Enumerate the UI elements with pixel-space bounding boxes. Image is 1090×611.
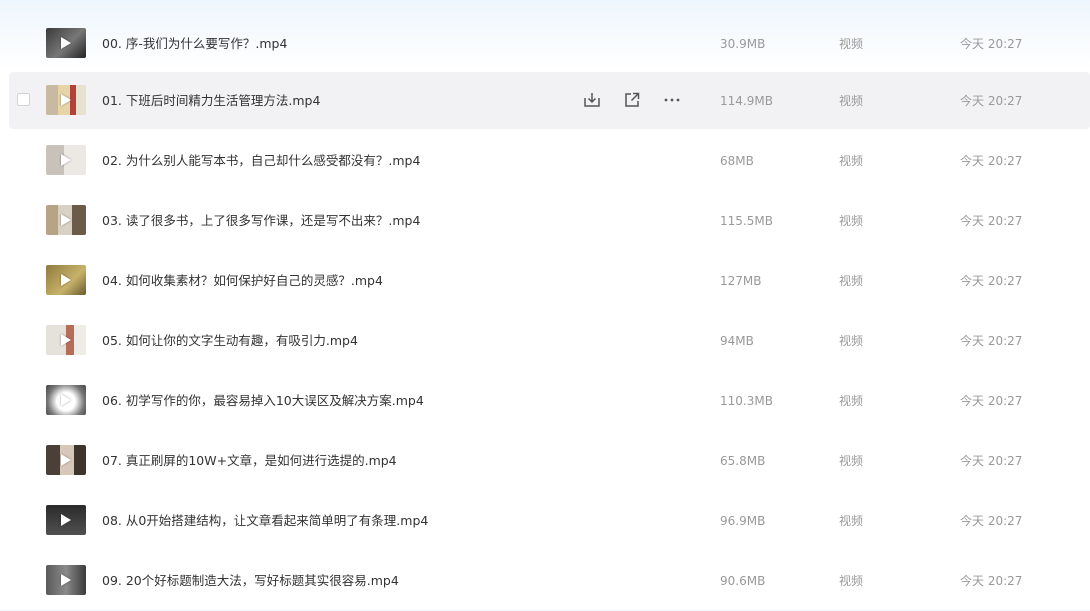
file-name[interactable]: 03. 读了很多书，上了很多写作课，还是写不出来？.mp4	[102, 191, 420, 251]
file-type: 视频	[839, 94, 864, 108]
play-icon	[61, 454, 71, 466]
file-modified: 今天 20:27	[960, 394, 1023, 408]
play-icon	[61, 154, 71, 166]
play-icon	[61, 334, 71, 346]
file-type: 视频	[839, 514, 864, 528]
file-modified: 今天 20:27	[960, 37, 1023, 51]
file-row[interactable]: 04. 如何收集素材？如何保护好自己的灵感？.mp4 127MB 视频 今天 2…	[0, 251, 1090, 311]
file-name[interactable]: 06. 初学写作的你，最容易掉入10大误区及解决方案.mp4	[102, 371, 424, 431]
file-size: 115.5MB	[720, 214, 773, 228]
file-name[interactable]: 08. 从0开始搭建结构，让文章看起来简单明了有条理.mp4	[102, 491, 428, 551]
file-type: 视频	[839, 394, 864, 408]
file-size: 110.3MB	[720, 394, 773, 408]
play-icon	[61, 574, 71, 586]
file-row[interactable]: 08. 从0开始搭建结构，让文章看起来简单明了有条理.mp4 96.9MB 视频…	[0, 491, 1090, 551]
file-modified: 今天 20:27	[960, 574, 1023, 588]
video-thumbnail[interactable]	[46, 505, 86, 535]
download-icon[interactable]	[582, 89, 602, 111]
file-size: 96.9MB	[720, 514, 766, 528]
video-thumbnail[interactable]	[46, 85, 86, 115]
share-icon[interactable]	[622, 89, 642, 111]
file-size: 90.6MB	[720, 574, 766, 588]
more-icon[interactable]	[662, 89, 682, 111]
play-icon	[61, 514, 71, 526]
video-thumbnail[interactable]	[46, 28, 86, 58]
file-modified: 今天 20:27	[960, 274, 1023, 288]
play-icon	[61, 37, 71, 49]
file-size: 94MB	[720, 334, 754, 348]
play-icon	[61, 274, 71, 286]
file-row[interactable]: 03. 读了很多书，上了很多写作课，还是写不出来？.mp4 115.5MB 视频…	[0, 191, 1090, 251]
file-row[interactable]: 05. 如何让你的文字生动有趣，有吸引力.mp4 94MB 视频 今天 20:2…	[0, 311, 1090, 371]
file-row[interactable]: 09. 20个好标题制造大法，写好标题其实很容易.mp4 90.6MB 视频 今…	[0, 551, 1090, 611]
video-thumbnail[interactable]	[46, 385, 86, 415]
file-type: 视频	[839, 37, 864, 51]
row-checkbox[interactable]	[17, 93, 30, 106]
file-type: 视频	[839, 454, 864, 468]
file-row-hovered[interactable]: 01. 下班后时间精力生活管理方法.mp4 114.9MB 视频 今天 20:2…	[9, 72, 1090, 129]
file-type: 视频	[839, 574, 864, 588]
file-name[interactable]: 07. 真正刷屏的10W+文章，是如何进行选提的.mp4	[102, 431, 397, 491]
file-row[interactable]: 02. 为什么别人能写本书，自己却什么感受都没有？.mp4 68MB 视频 今天…	[0, 131, 1090, 191]
file-name[interactable]: 00. 序-我们为什么要写作？.mp4	[102, 14, 287, 74]
play-icon	[61, 214, 71, 226]
file-row[interactable]: 07. 真正刷屏的10W+文章，是如何进行选提的.mp4 65.8MB 视频 今…	[0, 431, 1090, 491]
video-thumbnail[interactable]	[46, 565, 86, 595]
file-row[interactable]: 00. 序-我们为什么要写作？.mp4 30.9MB 视频 今天 20:27	[0, 14, 1090, 74]
play-icon	[61, 94, 71, 106]
file-size: 30.9MB	[720, 37, 766, 51]
video-thumbnail[interactable]	[46, 265, 86, 295]
file-modified: 今天 20:27	[960, 514, 1023, 528]
video-thumbnail[interactable]	[46, 205, 86, 235]
file-modified: 今天 20:27	[960, 454, 1023, 468]
video-thumbnail[interactable]	[46, 325, 86, 355]
file-type: 视频	[839, 154, 864, 168]
play-icon	[61, 394, 71, 406]
file-size: 127MB	[720, 274, 762, 288]
file-name[interactable]: 09. 20个好标题制造大法，写好标题其实很容易.mp4	[102, 551, 399, 611]
file-modified: 今天 20:27	[960, 94, 1023, 108]
file-name[interactable]: 02. 为什么别人能写本书，自己却什么感受都没有？.mp4	[102, 131, 420, 191]
file-modified: 今天 20:27	[960, 154, 1023, 168]
file-modified: 今天 20:27	[960, 214, 1023, 228]
file-row[interactable]: 06. 初学写作的你，最容易掉入10大误区及解决方案.mp4 110.3MB 视…	[0, 371, 1090, 431]
file-name[interactable]: 01. 下班后时间精力生活管理方法.mp4	[102, 71, 320, 131]
video-thumbnail[interactable]	[46, 145, 86, 175]
file-type: 视频	[839, 334, 864, 348]
video-thumbnail[interactable]	[46, 445, 86, 475]
file-size: 65.8MB	[720, 454, 766, 468]
file-type: 视频	[839, 214, 864, 228]
file-name[interactable]: 04. 如何收集素材？如何保护好自己的灵感？.mp4	[102, 251, 383, 311]
file-name[interactable]: 05. 如何让你的文字生动有趣，有吸引力.mp4	[102, 311, 358, 371]
file-size: 114.9MB	[720, 94, 773, 108]
file-size: 68MB	[720, 154, 754, 168]
file-modified: 今天 20:27	[960, 334, 1023, 348]
file-type: 视频	[839, 274, 864, 288]
